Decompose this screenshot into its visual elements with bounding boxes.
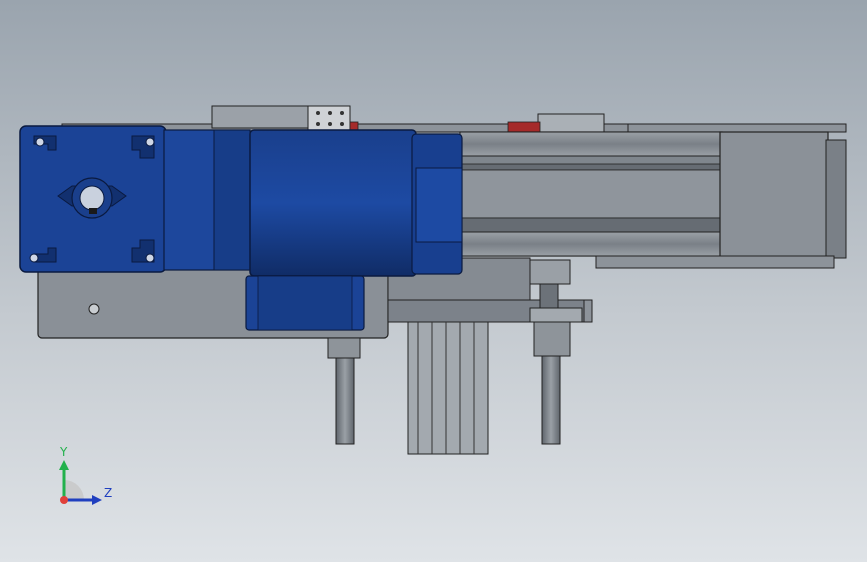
graphics-viewport[interactable]: Y Z — [0, 0, 867, 562]
motor-adapter — [163, 129, 251, 271]
guide-rod-left — [327, 337, 361, 445]
x-axis-dot — [60, 496, 68, 504]
cad-model-view[interactable]: Y Z — [0, 0, 867, 562]
motor-body — [249, 129, 463, 277]
reference-triad: Y Z — [59, 445, 112, 505]
top-rail — [61, 105, 847, 133]
z-axis-label: Z — [104, 486, 112, 500]
linear-actuator-profile — [459, 131, 847, 269]
cylinder-block — [407, 321, 489, 455]
gearbox-housing — [19, 125, 167, 273]
y-axis-label: Y — [59, 445, 68, 459]
terminal-box — [245, 275, 365, 331]
guide-rod-right — [533, 321, 571, 445]
